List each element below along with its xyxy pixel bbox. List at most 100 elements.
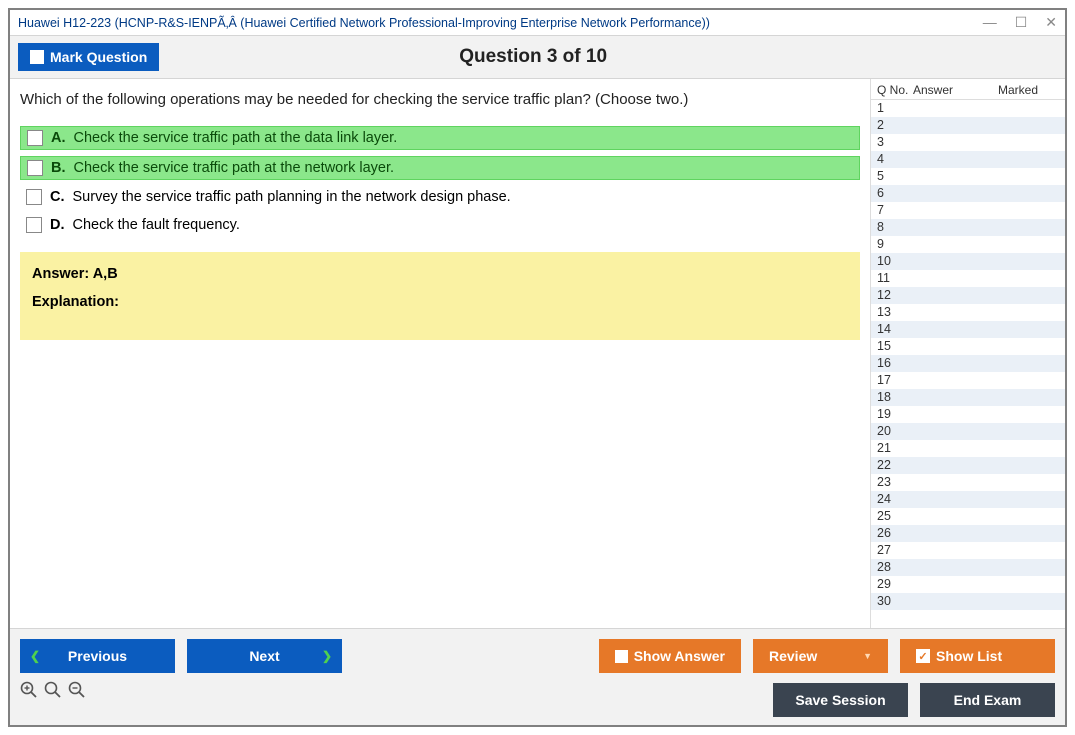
question-list-row[interactable]: 16 <box>871 355 1065 372</box>
topbar: Mark Question Question 3 of 10 <box>10 35 1065 79</box>
row-number: 29 <box>877 576 911 593</box>
checkbox-icon[interactable] <box>26 189 42 205</box>
row-number: 30 <box>877 593 911 610</box>
question-list-row[interactable]: 13 <box>871 304 1065 321</box>
zoom-out-icon[interactable] <box>68 681 86 717</box>
row-number: 25 <box>877 508 911 525</box>
maximize-icon[interactable]: ☐ <box>1015 14 1028 31</box>
row-number: 1 <box>877 100 911 117</box>
question-list-row[interactable]: 9 <box>871 236 1065 253</box>
zoom-tools <box>20 681 86 717</box>
explanation-label: Explanation: <box>32 294 848 310</box>
question-list-row[interactable]: 28 <box>871 559 1065 576</box>
row-number: 5 <box>877 168 911 185</box>
question-list-row[interactable]: 30 <box>871 593 1065 610</box>
end-exam-label: End Exam <box>954 692 1022 708</box>
option-D[interactable]: D. Check the fault frequency. <box>20 214 860 236</box>
row-number: 14 <box>877 321 911 338</box>
question-list-row[interactable]: 2 <box>871 117 1065 134</box>
app-window: Huawei H12-223 (HCNP-R&S-IENPÃ‚Â (Huawei… <box>8 8 1067 727</box>
checkbox-icon <box>30 50 44 64</box>
option-letter: C. <box>50 189 65 205</box>
question-list-row[interactable]: 27 <box>871 542 1065 559</box>
question-list-row[interactable]: 26 <box>871 525 1065 542</box>
show-answer-button[interactable]: Show Answer <box>599 639 741 673</box>
option-C[interactable]: C. Survey the service traffic path plann… <box>20 186 860 208</box>
zoom-icon[interactable] <box>44 681 62 717</box>
row-number: 28 <box>877 559 911 576</box>
checkbox-icon <box>615 650 628 663</box>
question-list-row[interactable]: 4 <box>871 151 1065 168</box>
option-text: Survey the service traffic path planning… <box>73 189 511 205</box>
save-session-label: Save Session <box>795 692 885 708</box>
row-number: 2 <box>877 117 911 134</box>
question-list-row[interactable]: 10 <box>871 253 1065 270</box>
question-list-row[interactable]: 1 <box>871 100 1065 117</box>
row-number: 23 <box>877 474 911 491</box>
question-list-row[interactable]: 7 <box>871 202 1065 219</box>
row-number: 8 <box>877 219 911 236</box>
previous-label: Previous <box>68 648 127 664</box>
mark-question-button[interactable]: Mark Question <box>18 43 159 71</box>
minimize-icon[interactable]: — <box>983 14 997 31</box>
next-label: Next <box>249 648 279 664</box>
chevron-right-icon: ❯ <box>322 649 332 663</box>
row-number: 13 <box>877 304 911 321</box>
question-list-row[interactable]: 17 <box>871 372 1065 389</box>
question-list-row[interactable]: 18 <box>871 389 1065 406</box>
question-list-row[interactable]: 14 <box>871 321 1065 338</box>
next-button[interactable]: Next ❯ <box>187 639 342 673</box>
button-row-2: Save Session End Exam <box>773 683 1055 717</box>
question-list-row[interactable]: 3 <box>871 134 1065 151</box>
question-list-row[interactable]: 23 <box>871 474 1065 491</box>
question-list-row[interactable]: 29 <box>871 576 1065 593</box>
zoom-in-icon[interactable] <box>20 681 38 717</box>
question-list-row[interactable]: 12 <box>871 287 1065 304</box>
options-list: A. Check the service traffic path at the… <box>20 126 860 236</box>
previous-button[interactable]: ❮ Previous <box>20 639 175 673</box>
question-list-row[interactable]: 11 <box>871 270 1065 287</box>
option-letter: A. <box>51 130 66 146</box>
row-number: 12 <box>877 287 911 304</box>
question-list-row[interactable]: 21 <box>871 440 1065 457</box>
question-list[interactable]: 1234567891011121314151617181920212223242… <box>871 100 1065 628</box>
answer-line: Answer: A,B <box>32 266 848 282</box>
bottom-bar: ❮ Previous Next ❯ Show Answer Review ▼ ✓… <box>10 628 1065 725</box>
question-list-row[interactable]: 24 <box>871 491 1065 508</box>
question-list-row[interactable]: 20 <box>871 423 1065 440</box>
close-icon[interactable]: ✕ <box>1045 14 1057 31</box>
row-number: 6 <box>877 185 911 202</box>
row-number: 4 <box>877 151 911 168</box>
checkbox-icon[interactable] <box>26 217 42 233</box>
option-letter: B. <box>51 160 66 176</box>
question-list-panel: Q No. Answer Marked 12345678910111213141… <box>870 79 1065 628</box>
question-list-row[interactable]: 6 <box>871 185 1065 202</box>
chevron-left-icon: ❮ <box>30 649 40 663</box>
row-number: 7 <box>877 202 911 219</box>
question-list-row[interactable]: 8 <box>871 219 1065 236</box>
row-number: 26 <box>877 525 911 542</box>
question-list-row[interactable]: 22 <box>871 457 1065 474</box>
option-B[interactable]: B. Check the service traffic path at the… <box>20 156 860 180</box>
mark-question-label: Mark Question <box>50 49 147 65</box>
row-number: 15 <box>877 338 911 355</box>
question-list-row[interactable]: 25 <box>871 508 1065 525</box>
review-button[interactable]: Review ▼ <box>753 639 888 673</box>
end-exam-button[interactable]: End Exam <box>920 683 1055 717</box>
question-list-row[interactable]: 5 <box>871 168 1065 185</box>
option-text: Check the service traffic path at the ne… <box>74 160 395 176</box>
button-row: ❮ Previous Next ❯ Show Answer Review ▼ ✓… <box>20 639 1055 673</box>
row-number: 20 <box>877 423 911 440</box>
question-list-header: Q No. Answer Marked <box>871 79 1065 100</box>
option-A[interactable]: A. Check the service traffic path at the… <box>20 126 860 150</box>
question-list-row[interactable]: 15 <box>871 338 1065 355</box>
question-list-row[interactable]: 19 <box>871 406 1065 423</box>
row-number: 24 <box>877 491 911 508</box>
save-session-button[interactable]: Save Session <box>773 683 908 717</box>
row-number: 17 <box>877 372 911 389</box>
question-text: Which of the following operations may be… <box>20 91 860 108</box>
checkbox-icon[interactable] <box>27 130 43 146</box>
checkbox-icon[interactable] <box>27 160 43 176</box>
show-list-button[interactable]: ✓ Show List <box>900 639 1055 673</box>
row-number: 3 <box>877 134 911 151</box>
